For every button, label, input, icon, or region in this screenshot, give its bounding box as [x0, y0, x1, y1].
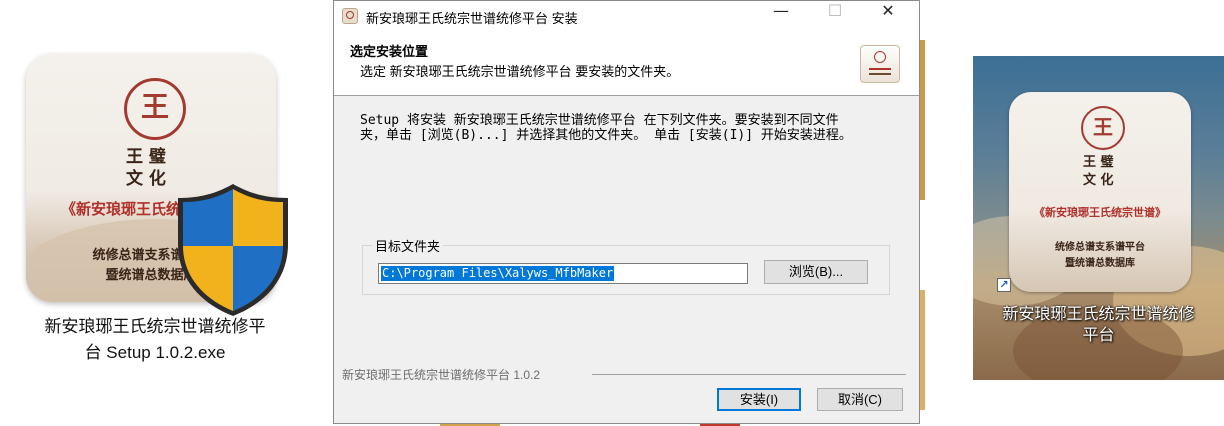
instruction-line2: 夹，单击 [浏览(B)...] 并选择其他的文件夹。 单击 [安装(I)] 开始…: [360, 128, 852, 143]
brand-text-line2: 文 化: [126, 169, 166, 189]
app-title-icon: [342, 8, 358, 24]
instruction-text: Setup 将安装 新安琅琊王氏统宗世谱统修平台 在下列文件夹。要安装到不同文件…: [360, 113, 900, 143]
app-line1: 统修总谱支系谱平台: [1055, 242, 1145, 253]
install-path-input[interactable]: C:\Program Files\Xalyws_MfbMaker: [378, 263, 748, 284]
wizard-header: 选定安装位置 选定 新安琅琊王氏统宗世谱统修平台 要安装的文件夹。: [334, 31, 919, 96]
window-title: 新安琅琊王氏统宗世谱统修平台 安装: [366, 11, 578, 26]
seal-logo: 王: [124, 78, 186, 140]
shortcut-app-icon: 王 王 璧 文 化 《新安琅琊王氏统宗世谱》 统修总谱支系谱平台 暨统谱总数据库: [1009, 92, 1191, 292]
instruction-line1: Setup 将安装 新安琅琊王氏统宗世谱统修平台 在下列文件夹。要安装到不同文件: [360, 113, 839, 128]
desktop-background: 王 王 璧 文 化 《新安琅琊王氏统宗世谱》 统修总谱支系谱平台 暨统谱总数据库…: [973, 56, 1224, 380]
mini-seal-icon: [874, 51, 886, 63]
title-bar[interactable]: 新安琅琊王氏统宗世谱统修平台 安装 — ☐ ✕: [334, 1, 919, 31]
branding-text: 新安琅琊王氏统宗世谱统修平台 1.0.2: [342, 368, 541, 382]
logo-stripe: [869, 73, 891, 75]
brand-text-line1: 王 璧: [126, 147, 166, 167]
brand-text-line1: 王 璧: [1083, 155, 1114, 170]
shortcut-arrow-icon: ↗: [997, 278, 1011, 292]
app-subtitle: 《新安琅琊王氏统宗世谱》: [1034, 206, 1166, 219]
install-path-value: C:\Program Files\Xalyws_MfbMaker: [381, 266, 615, 281]
header-logo-icon: [860, 45, 900, 83]
page-subtitle: 选定 新安琅琊王氏统宗世谱统修平台 要安装的文件夹。: [360, 64, 680, 79]
installer-file-label: 新安琅琊王氏统宗世谱统修平 台 Setup 1.0.2.exe: [20, 314, 290, 366]
installer-label-line2: 台 Setup 1.0.2.exe: [84, 343, 226, 362]
seal-logo: 王: [1081, 106, 1125, 150]
minimize-button[interactable]: —: [758, 1, 804, 31]
shortcut-label-line1: 新安琅琊王氏统宗世谱统修: [1002, 306, 1195, 323]
browse-button[interactable]: 浏览(B)...: [764, 260, 868, 284]
brand-text-line2: 文 化: [1083, 173, 1114, 188]
installer-label-line1: 新安琅琊王氏统宗世谱统修平: [44, 317, 266, 336]
footer-divider: [592, 374, 906, 375]
install-button[interactable]: 安装(I): [717, 388, 801, 411]
close-button[interactable]: ✕: [865, 1, 911, 31]
page-title: 选定安装位置: [350, 44, 429, 59]
shortcut-label: 新安琅琊王氏统宗世谱统修 平台: [973, 304, 1224, 346]
shortcut-label-line2: 平台: [1082, 327, 1115, 344]
setup-dialog: 新安琅琊王氏统宗世谱统修平台 安装 — ☐ ✕ 选定安装位置 选定 新安琅琊王氏…: [333, 0, 920, 424]
destination-folder-label: 目标文件夹: [372, 236, 444, 255]
cancel-button[interactable]: 取消(C): [817, 388, 903, 411]
maximize-button: ☐: [827, 1, 843, 20]
uac-shield-icon: [178, 184, 288, 316]
app-line2: 暨统谱总数据库: [1065, 258, 1135, 269]
logo-stripe: [869, 68, 891, 70]
installer-file-icon[interactable]: 王 王 璧 文 化 《新安琅琊王氏统宗世谱》 统修总谱支系谱平台 暨统谱总数据库…: [20, 48, 290, 378]
